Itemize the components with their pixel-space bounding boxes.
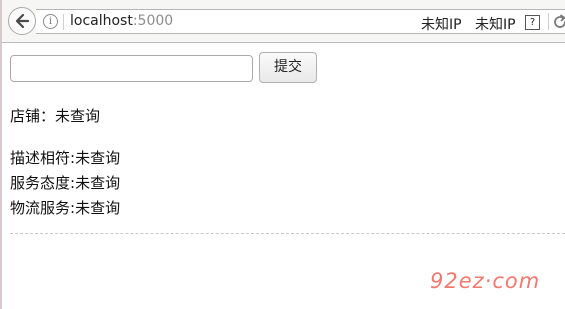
url-text[interactable]: localhost:5000	[70, 13, 173, 29]
site-watermark: 92ez·com	[430, 269, 541, 293]
url-separator	[63, 14, 64, 30]
url-separator-2	[548, 13, 549, 30]
shop-value: 未查询	[55, 107, 101, 125]
back-arrow-icon	[15, 13, 30, 29]
shop-query-input[interactable]	[10, 55, 253, 82]
rating-service: 服务态度:未查询	[10, 172, 120, 193]
rating-label: 服务态度:	[10, 174, 76, 192]
submit-button[interactable]: 提交	[259, 52, 317, 83]
url-port: :5000	[132, 13, 174, 29]
browser-window: i localhost:5000 未知IP 未知IP ? 提交 店铺：未查询 描…	[0, 0, 565, 309]
info-icon[interactable]: i	[43, 14, 58, 29]
rating-logistics: 物流服务:未查询	[10, 197, 120, 218]
rating-value: 未查询	[75, 199, 121, 217]
address-bar[interactable]: i localhost:5000 未知IP 未知IP ?	[36, 9, 565, 34]
shop-label: 店铺：	[10, 107, 56, 125]
ip-indicator-1[interactable]: 未知IP	[421, 14, 462, 34]
back-button[interactable]	[8, 7, 36, 35]
ip-indicator-2[interactable]: 未知IP	[475, 14, 516, 34]
browser-toolbar: i localhost:5000 未知IP 未知IP ?	[2, 0, 565, 43]
help-icon[interactable]: ?	[525, 15, 540, 30]
rating-value: 未查询	[75, 174, 121, 192]
rating-label: 描述相符:	[10, 149, 76, 167]
shop-line: 店铺：未查询	[10, 105, 100, 126]
url-host: localhost	[70, 13, 133, 29]
reload-icon[interactable]	[552, 14, 565, 30]
rating-description: 描述相符:未查询	[10, 147, 120, 168]
page-content: 提交 店铺：未查询 描述相符:未查询 服务态度:未查询 物流服务:未查询 92e…	[2, 43, 565, 309]
rating-label: 物流服务:	[10, 199, 76, 217]
rating-value: 未查询	[75, 149, 121, 167]
dashed-divider	[10, 233, 565, 234]
